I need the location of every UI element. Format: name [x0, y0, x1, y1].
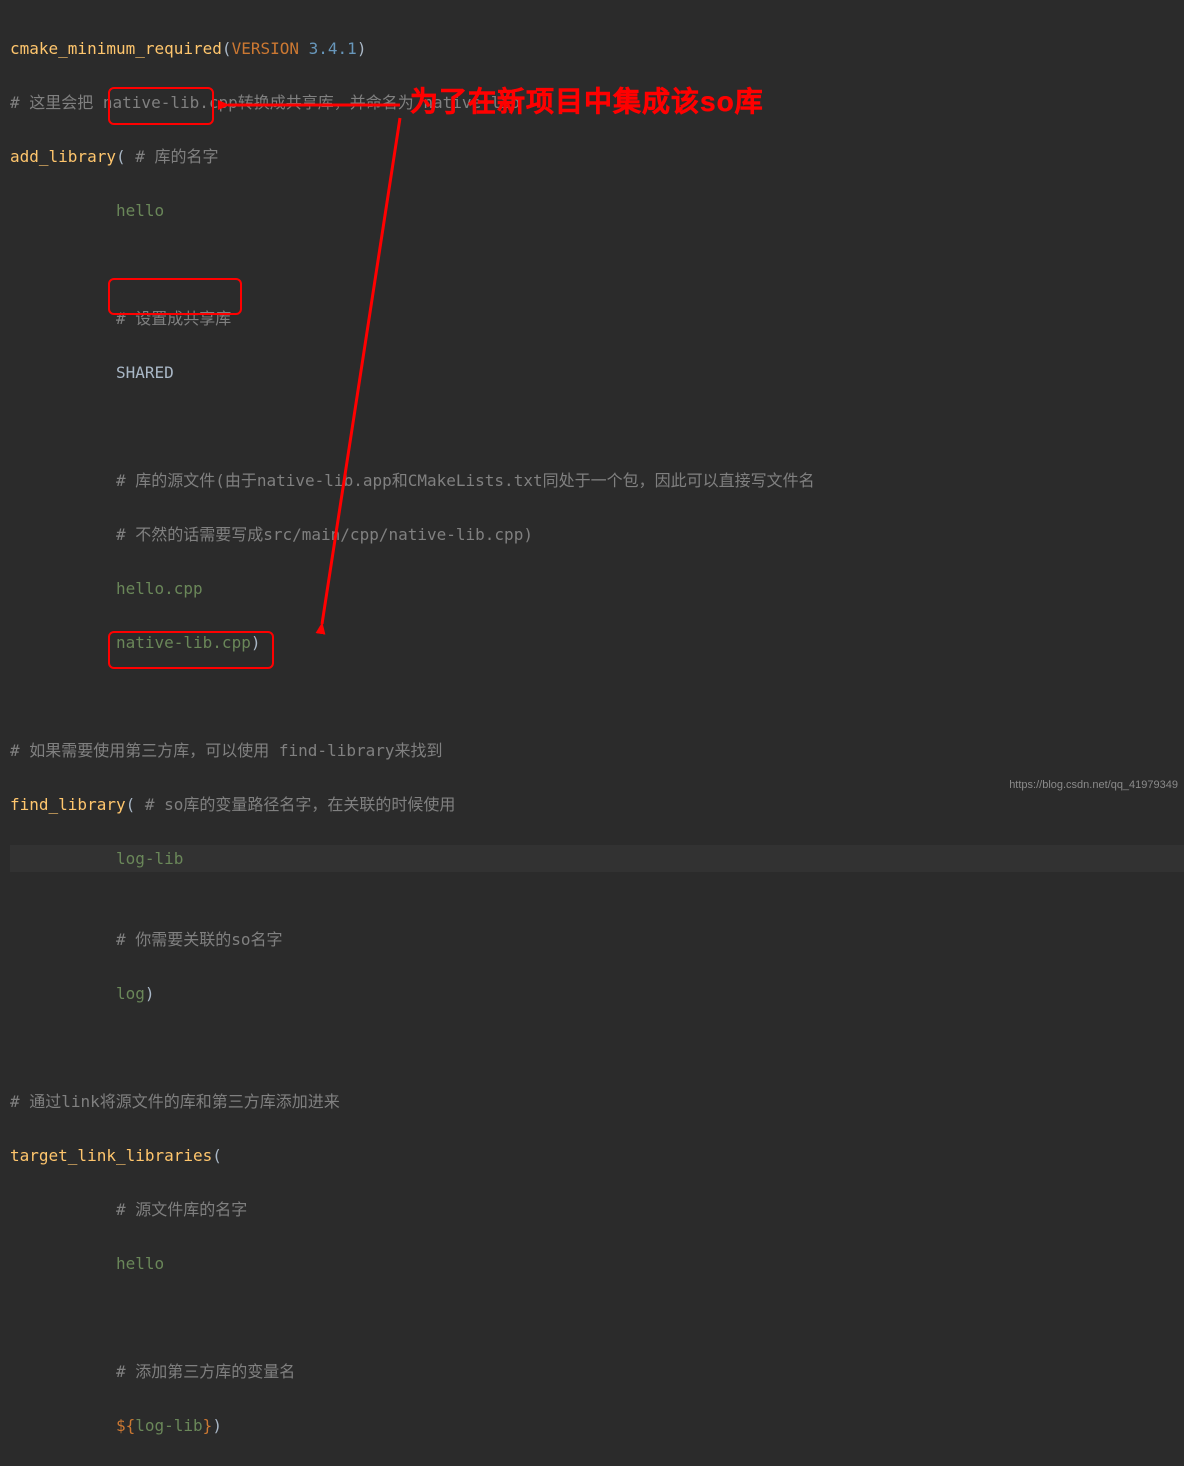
token-comment-hash: #	[116, 471, 135, 490]
token-func: target_link_libraries	[10, 1146, 212, 1165]
code-line: # 设置成共享库	[10, 305, 1184, 332]
token-ident: log-lib	[116, 849, 183, 868]
code-line: log)	[10, 980, 1184, 1007]
token-paren: (	[126, 795, 145, 814]
token-comment: 如果需要使用第三方库，可以使用 find-library来找到	[29, 741, 442, 760]
code-line: SHARED	[10, 359, 1184, 386]
token-paren: (	[116, 147, 135, 166]
code-line-empty	[10, 413, 1184, 440]
token-comment: 添加第三方库的变量名	[135, 1362, 295, 1381]
code-line: cmake_minimum_required(VERSION 3.4.1)	[10, 35, 1184, 62]
code-editor: cmake_minimum_required(VERSION 3.4.1) # …	[0, 0, 1184, 1466]
code-line: add_library( # 库的名字	[10, 143, 1184, 170]
token-comment: 设置成共享库	[135, 309, 231, 328]
token-paren: )	[251, 633, 261, 652]
token-comment-hash: #	[116, 309, 135, 328]
code-line: hello.cpp	[10, 575, 1184, 602]
token-comment-hash: #	[10, 741, 29, 760]
code-line: # 不然的话需要写成src/main/cpp/native-lib.cpp)	[10, 521, 1184, 548]
code-line-empty	[10, 683, 1184, 710]
token-comment-hash: #	[10, 1092, 29, 1111]
token-var-open: ${	[116, 1416, 135, 1435]
token-var-name: log-lib	[135, 1416, 202, 1435]
code-line-empty	[10, 1304, 1184, 1331]
token-comment: 库的源文件(由于native-lib.app和CMakeLists.txt同处于…	[135, 471, 814, 490]
token-paren: (	[222, 39, 232, 58]
code-line-empty	[10, 1034, 1184, 1061]
token-comment: 这里会把 native-lib.cpp转换成共享库，并命名为 native-li…	[29, 93, 519, 112]
token-ident-hello-cpp: hello.cpp	[116, 579, 203, 598]
code-line: target_link_libraries(	[10, 1142, 1184, 1169]
token-comment: 源文件库的名字	[135, 1200, 247, 1219]
token-paren: )	[357, 39, 367, 58]
token-paren: )	[212, 1416, 222, 1435]
code-line-empty	[10, 872, 1184, 899]
token-paren: )	[145, 984, 155, 1003]
token-ident: log	[116, 984, 145, 1003]
token-var-close: }	[203, 1416, 213, 1435]
token-keyword: VERSION	[232, 39, 299, 58]
token-ident-hello: hello	[116, 1254, 164, 1273]
token-comment: 库的名字	[155, 147, 219, 166]
code-line: # 你需要关联的so名字	[10, 926, 1184, 953]
token-ident: native-lib.cpp	[116, 633, 251, 652]
token-func: cmake_minimum_required	[10, 39, 222, 58]
code-line-highlighted: log-lib	[10, 845, 1184, 872]
code-line: find_library( # so库的变量路径名字，在关联的时候使用	[10, 791, 1184, 818]
token-comment-hash: #	[145, 795, 164, 814]
code-line: # 通过link将源文件的库和第三方库添加进来	[10, 1088, 1184, 1115]
code-line: hello	[10, 197, 1184, 224]
token-comment: so库的变量路径名字，在关联的时候使用	[164, 795, 455, 814]
token-keyword-shared: SHARED	[116, 363, 174, 382]
code-line: # 库的源文件(由于native-lib.app和CMakeLists.txt同…	[10, 467, 1184, 494]
token-comment-hash: #	[135, 147, 154, 166]
token-number: 3.4.1	[309, 39, 357, 58]
code-line: ${log-lib})	[10, 1412, 1184, 1439]
token-ident-hello: hello	[116, 201, 164, 220]
token-comment-hash: #	[116, 525, 135, 544]
token-comment-hash: #	[116, 930, 135, 949]
token-comment-hash: #	[116, 1200, 135, 1219]
code-line: hello	[10, 1250, 1184, 1277]
token-func: find_library	[10, 795, 126, 814]
token-paren: (	[212, 1146, 222, 1165]
token-comment: 你需要关联的so名字	[135, 930, 282, 949]
token-comment: 通过link将源文件的库和第三方库添加进来	[29, 1092, 340, 1111]
token-comment: 不然的话需要写成src/main/cpp/native-lib.cpp)	[135, 525, 533, 544]
code-line: # 这里会把 native-lib.cpp转换成共享库，并命名为 native-…	[10, 89, 1184, 116]
token-comment-hash: #	[116, 1362, 135, 1381]
watermark: https://blog.csdn.net/qq_41979349	[1009, 772, 1178, 799]
token-comment-hash: #	[10, 93, 29, 112]
code-line: native-lib.cpp)	[10, 629, 1184, 656]
code-line: # 源文件库的名字	[10, 1196, 1184, 1223]
code-line-empty	[10, 251, 1184, 278]
code-line: # 添加第三方库的变量名	[10, 1358, 1184, 1385]
code-line: # 如果需要使用第三方库，可以使用 find-library来找到	[10, 737, 1184, 764]
token-func: add_library	[10, 147, 116, 166]
